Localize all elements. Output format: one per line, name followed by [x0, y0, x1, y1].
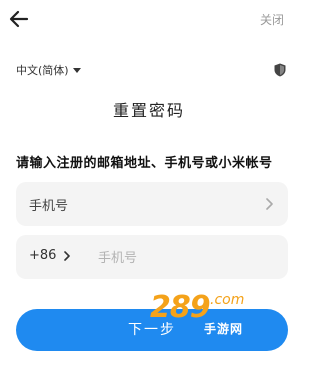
caret-down-icon	[72, 67, 81, 73]
page-title: 重置密码	[112, 101, 185, 120]
account-type-selector[interactable]: 手机号	[16, 182, 288, 226]
shield-icon[interactable]	[274, 63, 286, 77]
page-subtitle: 请输入注册的邮箱地址、手机号或小米帐号	[16, 156, 273, 171]
account-type-label: 手机号	[29, 199, 69, 214]
chevron-right-icon	[266, 198, 273, 210]
phone-input[interactable]	[96, 243, 280, 273]
language-label: 中文(简体)	[16, 64, 69, 77]
phone-field: +86	[16, 235, 288, 279]
watermark-suffix: .com	[210, 292, 245, 308]
language-selector[interactable]: 中文(简体)	[16, 62, 81, 78]
country-code-selector[interactable]: +86	[29, 248, 71, 263]
next-button[interactable]: 下一步	[16, 309, 288, 351]
country-code: +86	[29, 248, 57, 263]
back-arrow-icon[interactable]	[8, 8, 30, 30]
top-bar: 关闭	[0, 0, 298, 40]
chevron-right-icon	[64, 250, 71, 261]
close-button[interactable]: 关闭	[260, 11, 284, 28]
